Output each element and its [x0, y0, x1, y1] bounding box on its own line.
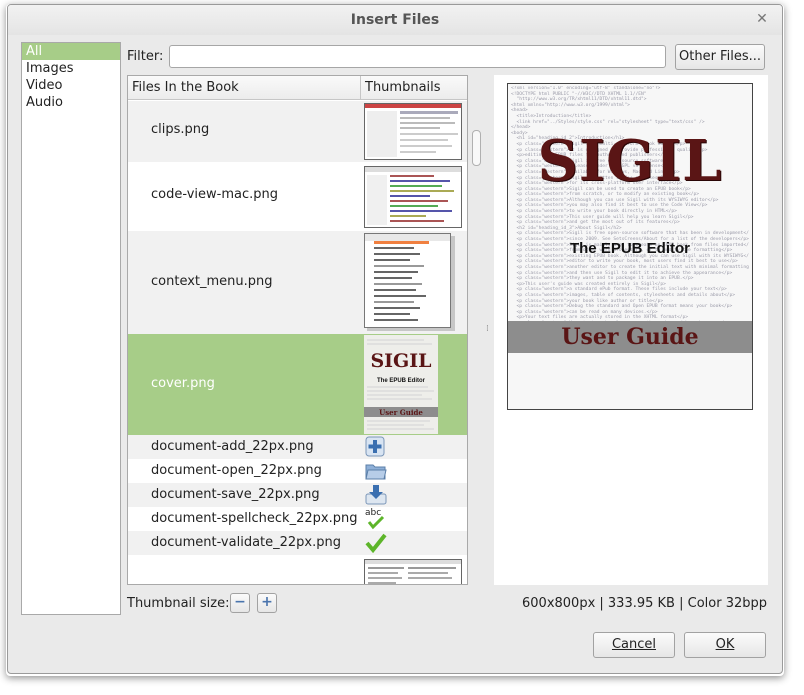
file-name: document-save_22px.png: [151, 487, 320, 502]
cover-band-text: User Guide: [561, 324, 699, 350]
table-row[interactable]: cover.png SIGIL The EPUB Editor User Gui…: [128, 334, 467, 435]
cover-preview-image: <?xml version="1.0" encoding="utf-8" sta…: [507, 83, 753, 410]
cover-thumbnail: SIGIL The EPUB Editor User Guide: [364, 335, 438, 434]
checkmark-icon: [365, 533, 387, 553]
svg-text:The EPUB Editor: The EPUB Editor: [377, 378, 426, 384]
menu-thumbnail: [364, 233, 455, 331]
svg-text:SIGIL: SIGIL: [370, 350, 431, 372]
cover-title: SIGIL: [537, 128, 723, 194]
table-body: clips.png code-view-mac.png context_menu…: [128, 101, 467, 584]
file-name: code-view-mac.png: [151, 187, 278, 202]
ok-button[interactable]: OK: [684, 632, 766, 658]
column-header-thumbnails[interactable]: Thumbnails: [361, 76, 467, 100]
category-item-images[interactable]: Images: [22, 60, 120, 77]
table-row[interactable]: document-open_22px.png: [128, 459, 467, 483]
thumbnail-decrease-button[interactable]: −: [230, 593, 250, 613]
table-row[interactable]: document-spellcheck_22px.png abc: [128, 507, 467, 531]
plus-icon: [365, 436, 385, 457]
file-name: document-spellcheck_22px.png: [151, 511, 358, 526]
splitter-handle-icon[interactable]: ⁞: [486, 325, 490, 337]
thumbnail-size-label: Thumbnail size:: [127, 596, 230, 611]
file-name: context_menu.png: [151, 274, 273, 289]
cancel-button[interactable]: Cancel: [593, 632, 675, 658]
preview-pane: <?xml version="1.0" encoding="utf-8" sta…: [494, 75, 768, 585]
files-table: Files In the Book Thumbnails clips.png c…: [127, 75, 468, 585]
table-row[interactable]: document-save_22px.png: [128, 483, 467, 507]
file-name: document-open_22px.png: [151, 463, 322, 478]
category-item-video[interactable]: Video: [22, 77, 120, 94]
table-row[interactable]: [128, 555, 467, 584]
svg-text:User Guide: User Guide: [379, 408, 423, 417]
screenshot-thumbnail: [364, 103, 462, 160]
other-files-button[interactable]: Other Files...: [675, 44, 765, 70]
svg-text:abc: abc: [365, 508, 381, 518]
table-row[interactable]: code-view-mac.png: [128, 162, 467, 231]
screenshot-thumbnail: [364, 166, 462, 228]
save-icon: [365, 485, 387, 505]
table-scrollbar[interactable]: [469, 75, 484, 585]
table-row[interactable]: document-add_22px.png: [128, 435, 467, 459]
insert-files-dialog: Insert Files ✕ All Images Video Audio Fi…: [7, 4, 783, 674]
screenshot-thumbnail: [364, 559, 462, 584]
filter-label: Filter:: [127, 49, 164, 64]
file-name: document-validate_22px.png: [151, 535, 341, 550]
filter-input[interactable]: [169, 45, 666, 68]
thumbnail-increase-button[interactable]: +: [257, 593, 277, 613]
image-info: 600x800px | 333.95 KB | Color 32bpp: [522, 596, 767, 611]
close-icon[interactable]: ✕: [754, 11, 770, 27]
table-row[interactable]: clips.png: [128, 101, 467, 162]
title-bar: Insert Files ✕: [8, 5, 782, 35]
file-name: cover.png: [151, 376, 215, 391]
folder-icon: [365, 464, 387, 480]
category-list: All Images Video Audio: [21, 42, 121, 615]
category-item-audio[interactable]: Audio: [22, 94, 120, 111]
category-item-all[interactable]: All: [22, 43, 120, 60]
cover-code-background: <?xml version="1.0" encoding="utf-8" sta…: [511, 86, 749, 337]
file-name: document-add_22px.png: [151, 439, 314, 454]
scrollbar-thumb[interactable]: [472, 130, 481, 166]
spellcheck-icon: abc: [365, 508, 385, 530]
column-header-files[interactable]: Files In the Book: [128, 76, 361, 100]
table-row[interactable]: context_menu.png: [128, 231, 467, 334]
dialog-title: Insert Files: [350, 12, 440, 28]
table-row[interactable]: document-validate_22px.png: [128, 531, 467, 555]
file-name: clips.png: [151, 122, 210, 137]
table-header: Files In the Book Thumbnails: [128, 76, 467, 100]
cover-subtitle: The EPUB Editor: [569, 240, 690, 257]
